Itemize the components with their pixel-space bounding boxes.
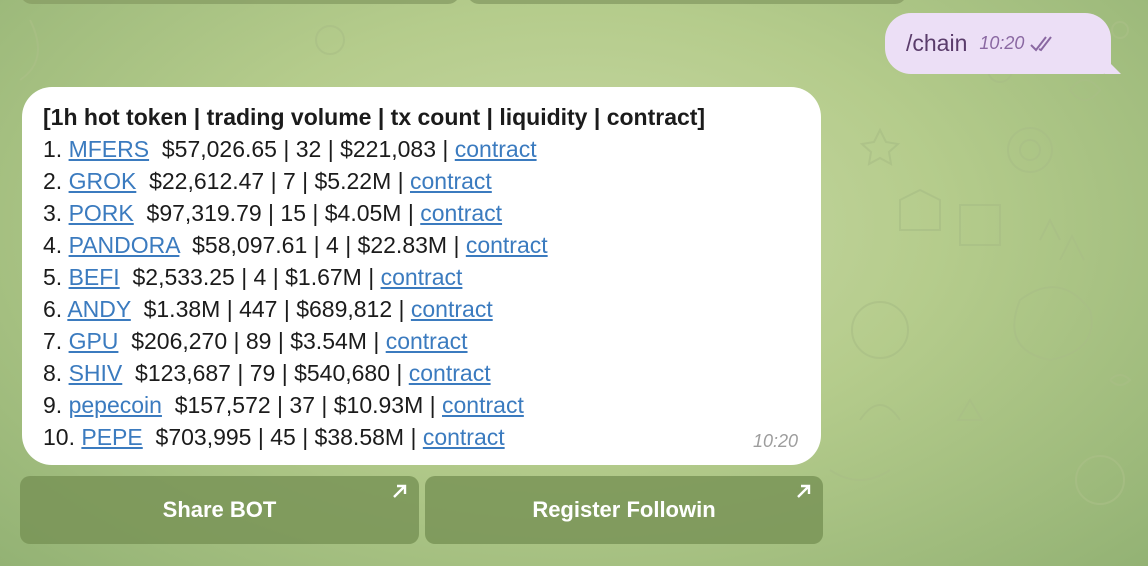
message-header: [1h hot token | trading volume | tx coun…	[43, 104, 706, 130]
token-link[interactable]: pepecoin	[69, 392, 162, 418]
token-stats: $57,026.65 | 32 | $221,083 |	[161, 136, 449, 162]
contract-link[interactable]: contract	[411, 296, 493, 322]
token-link[interactable]: SHIV	[69, 360, 123, 386]
token-stats: $22,612.47 | 7 | $5.22M |	[149, 168, 404, 194]
register-followin-label: Register Followin	[532, 497, 716, 522]
contract-link[interactable]: contract	[442, 392, 524, 418]
token-stats: $58,097.61 | 4 | $22.83M |	[192, 232, 460, 258]
contract-link[interactable]: contract	[381, 264, 463, 290]
share-bot-label: Share BOT	[162, 497, 277, 522]
token-row: 5. BEFI $2,533.25 | 4 | $1.67M | contrac…	[43, 261, 801, 293]
token-row: 4. PANDORA $58,097.61 | 4 | $22.83M | co…	[43, 229, 801, 261]
token-row: 7. GPU $206,270 | 89 | $3.54M | contract	[43, 325, 801, 357]
share-bot-button[interactable]: Share BOT	[20, 476, 419, 544]
token-stats: $2,533.25 | 4 | $1.67M |	[132, 264, 375, 290]
token-stats: $97,319.79 | 15 | $4.05M |	[146, 200, 414, 226]
token-rank: 8.	[43, 360, 63, 386]
open-link-arrow-icon	[797, 484, 811, 498]
incoming-message-bubble[interactable]: [1h hot token | trading volume | tx coun…	[22, 87, 821, 465]
token-rank: 10.	[43, 424, 75, 450]
token-stats: $123,687 | 79 | $540,680 |	[135, 360, 403, 386]
contract-link[interactable]: contract	[409, 360, 491, 386]
token-rank: 6.	[43, 296, 63, 322]
token-rank: 4.	[43, 232, 63, 258]
token-stats: $157,572 | 37 | $10.93M |	[174, 392, 436, 418]
outgoing-message-text: /chain	[906, 30, 968, 56]
contract-link[interactable]: contract	[455, 136, 537, 162]
token-list: 1. MFERS $57,026.65 | 32 | $221,083 | co…	[43, 133, 801, 453]
previous-keyboard-button-right	[467, 0, 907, 4]
outgoing-message-time: 10:20	[979, 33, 1025, 53]
token-rank: 9.	[43, 392, 63, 418]
token-link[interactable]: PANDORA	[69, 232, 180, 258]
token-stats: $1.38M | 447 | $689,812 |	[143, 296, 405, 322]
token-rank: 7.	[43, 328, 63, 354]
token-link[interactable]: BEFI	[69, 264, 120, 290]
token-rank: 5.	[43, 264, 63, 290]
token-row: 9. pepecoin $157,572 | 37 | $10.93M | co…	[43, 389, 801, 421]
token-link[interactable]: PEPE	[81, 424, 142, 450]
incoming-message-time: 10:20	[752, 431, 798, 451]
double-check-icon	[1030, 35, 1053, 52]
token-rank: 2.	[43, 168, 63, 194]
token-row: 10. PEPE $703,995 | 45 | $38.58M | contr…	[43, 421, 801, 453]
previous-keyboard-button-left	[20, 0, 460, 4]
outgoing-message-bubble[interactable]: /chain 10:20	[885, 13, 1111, 74]
contract-link[interactable]: contract	[420, 200, 502, 226]
token-row: 3. PORK $97,319.79 | 15 | $4.05M | contr…	[43, 197, 801, 229]
token-row: 6. ANDY $1.38M | 447 | $689,812 | contra…	[43, 293, 801, 325]
token-stats: $206,270 | 89 | $3.54M |	[131, 328, 380, 354]
contract-link[interactable]: contract	[466, 232, 548, 258]
contract-link[interactable]: contract	[386, 328, 468, 354]
token-stats: $703,995 | 45 | $38.58M |	[155, 424, 417, 450]
token-rank: 1.	[43, 136, 63, 162]
register-followin-button[interactable]: Register Followin	[425, 476, 823, 544]
token-row: 8. SHIV $123,687 | 79 | $540,680 | contr…	[43, 357, 801, 389]
open-link-arrow-icon	[393, 484, 407, 498]
token-row: 2. GROK $22,612.47 | 7 | $5.22M | contra…	[43, 165, 801, 197]
token-link[interactable]: MFERS	[69, 136, 150, 162]
contract-link[interactable]: contract	[410, 168, 492, 194]
token-rank: 3.	[43, 200, 63, 226]
token-row: 1. MFERS $57,026.65 | 32 | $221,083 | co…	[43, 133, 801, 165]
token-link[interactable]: PORK	[69, 200, 134, 226]
contract-link[interactable]: contract	[423, 424, 505, 450]
token-link[interactable]: GPU	[69, 328, 119, 354]
token-link[interactable]: ANDY	[67, 296, 131, 322]
token-link[interactable]: GROK	[69, 168, 137, 194]
